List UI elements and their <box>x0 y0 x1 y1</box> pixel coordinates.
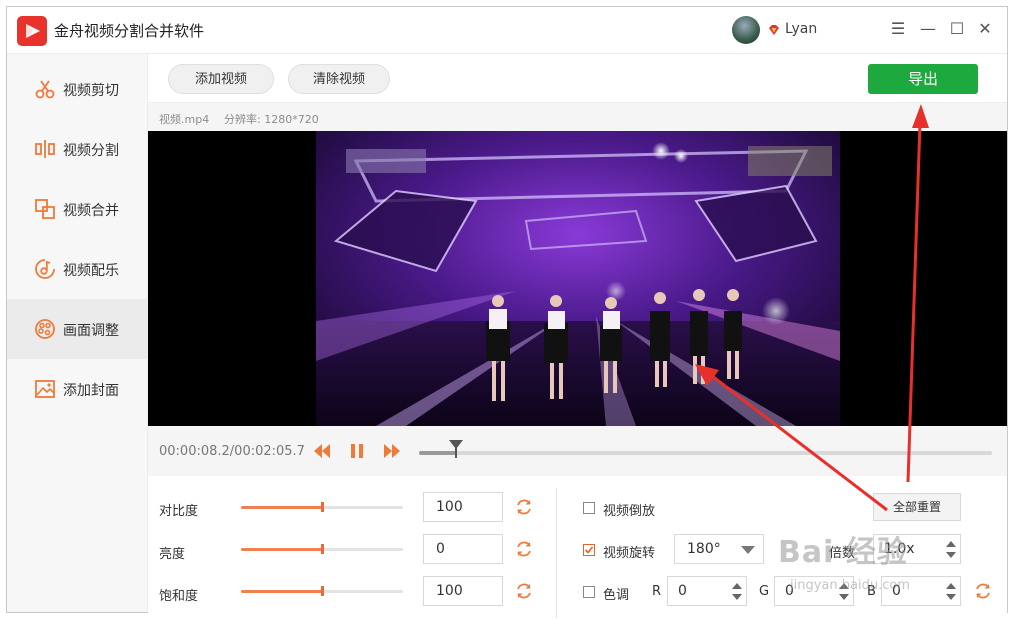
sidebar-item-adjust[interactable]: 画面调整 <box>7 299 147 359</box>
contrast-slider[interactable] <box>241 502 403 512</box>
stepper-up-icon[interactable] <box>946 541 956 547</box>
music-icon <box>35 259 55 279</box>
sidebar-item-label: 视频分割 <box>63 143 119 159</box>
saturation-slider-fill <box>241 590 322 593</box>
sidebar-item-split[interactable]: 视频分割 <box>7 119 147 179</box>
pause-icon[interactable] <box>347 442 367 460</box>
saturation-slider-knob[interactable] <box>321 586 324 596</box>
progress-track[interactable] <box>419 451 992 455</box>
file-info-bar: 视频.mp4 分辨率: 1280*720 <box>148 102 1007 132</box>
file-name: 视频.mp4 <box>159 113 210 126</box>
watermark-brand: Bai 经验 <box>778 535 908 570</box>
app-title: 金舟视频分割合并软件 <box>54 22 205 40</box>
sidebar-item-cut[interactable]: 视频剪切 <box>7 59 147 119</box>
playback-bar: 00:00:08.2/00:02:05.7 <box>148 426 1007 476</box>
video-preview[interactable] <box>148 131 1007 426</box>
tone-g-label: G <box>759 584 770 599</box>
sidebar-item-merge[interactable]: 视频合并 <box>7 179 147 239</box>
contrast-input[interactable]: 100 <box>423 492 503 522</box>
brightness-slider-fill <box>241 548 322 551</box>
stepper-up-icon[interactable] <box>732 583 742 589</box>
fast-forward-icon[interactable] <box>382 442 402 460</box>
palette-icon <box>35 319 55 339</box>
sidebar-item-label: 视频剪切 <box>63 83 119 99</box>
tone-r-stepper[interactable]: 0 <box>667 576 747 606</box>
saturation-slider[interactable] <box>241 586 403 596</box>
clear-video-button[interactable]: 清除视频 <box>288 64 390 94</box>
sidebar-item-cover[interactable]: 添加封面 <box>7 359 147 419</box>
checkmark-icon <box>584 546 594 554</box>
rotate-select[interactable]: 180° <box>674 534 764 564</box>
tone-checkbox[interactable] <box>583 586 595 598</box>
tone-reset-icon[interactable] <box>974 582 992 600</box>
add-video-button[interactable]: 添加视频 <box>168 64 274 94</box>
export-button[interactable]: 导出 <box>868 64 978 94</box>
sidebar-item-label: 视频配乐 <box>63 263 119 279</box>
contrast-slider-knob[interactable] <box>321 502 324 512</box>
video-frame <box>316 131 840 426</box>
tone-label[interactable]: 色调 <box>603 584 629 603</box>
saturation-label: 饱和度 <box>159 589 199 604</box>
split-icon <box>35 140 55 158</box>
title-bar: 金舟视频分割合并软件 Lyan ☰ — ☐ ✕ <box>7 7 1007 54</box>
panel-divider <box>556 488 557 618</box>
rewind-icon[interactable] <box>312 442 332 460</box>
brightness-reset-icon[interactable] <box>515 540 533 558</box>
brightness-input[interactable]: 0 <box>423 534 503 564</box>
image-icon <box>35 380 55 398</box>
contrast-slider-fill <box>241 506 322 509</box>
sidebar: 视频剪切 视频分割 视频合并 视频配乐 画面调整 添加封面 <box>7 54 148 612</box>
user-avatar[interactable] <box>732 16 760 44</box>
brightness-label: 亮度 <box>159 547 186 562</box>
file-resolution: 分辨率: 1280*720 <box>224 113 319 126</box>
rotate-checkbox[interactable] <box>583 544 595 556</box>
playback-time: 00:00:08.2/00:02:05.7 <box>159 444 305 459</box>
vip-diamond-icon <box>769 25 779 35</box>
username[interactable]: Lyan <box>785 21 817 37</box>
brightness-slider-knob[interactable] <box>321 544 324 554</box>
maximize-icon[interactable]: ☐ <box>948 20 966 38</box>
minimize-icon[interactable]: — <box>919 20 937 38</box>
toolbar: 添加视频 清除视频 导出 <box>148 54 1007 102</box>
brightness-slider[interactable] <box>241 544 403 554</box>
stepper-down-icon[interactable] <box>946 594 956 600</box>
app-window: 金舟视频分割合并软件 Lyan ☰ — ☐ ✕ 视频剪切 视频分割 视频合并 视… <box>6 6 1008 618</box>
stepper-down-icon[interactable] <box>839 594 849 600</box>
sidebar-item-label: 画面调整 <box>63 323 119 339</box>
progress-fill <box>419 451 456 455</box>
stepper-down-icon[interactable] <box>732 594 742 600</box>
reverse-checkbox[interactable] <box>583 502 595 514</box>
sidebar-item-label: 添加封面 <box>63 383 119 399</box>
menu-icon[interactable]: ☰ <box>889 20 907 38</box>
stepper-up-icon[interactable] <box>946 583 956 589</box>
reset-all-button[interactable]: 全部重置 <box>873 493 961 521</box>
merge-icon <box>35 199 55 219</box>
watermark-url: jingyan.baidu.com <box>790 578 910 593</box>
progress-handle-stem <box>454 446 457 458</box>
app-logo-icon <box>17 16 47 46</box>
saturation-reset-icon[interactable] <box>515 582 533 600</box>
rotate-label[interactable]: 视频旋转 <box>603 542 655 561</box>
sidebar-item-music[interactable]: 视频配乐 <box>7 239 147 299</box>
sidebar-item-label: 视频合并 <box>63 203 119 219</box>
contrast-label: 对比度 <box>159 504 199 519</box>
tone-r-label: R <box>652 584 662 599</box>
saturation-input[interactable]: 100 <box>423 576 503 606</box>
reverse-label[interactable]: 视频倒放 <box>603 500 655 519</box>
chevron-down-icon <box>741 546 755 554</box>
tone-r-value: 0 <box>678 583 687 599</box>
contrast-reset-icon[interactable] <box>515 498 533 516</box>
close-icon[interactable]: ✕ <box>976 20 994 38</box>
rotate-value: 180° <box>687 541 721 557</box>
stepper-down-icon[interactable] <box>946 552 956 558</box>
scissors-icon <box>35 80 55 99</box>
